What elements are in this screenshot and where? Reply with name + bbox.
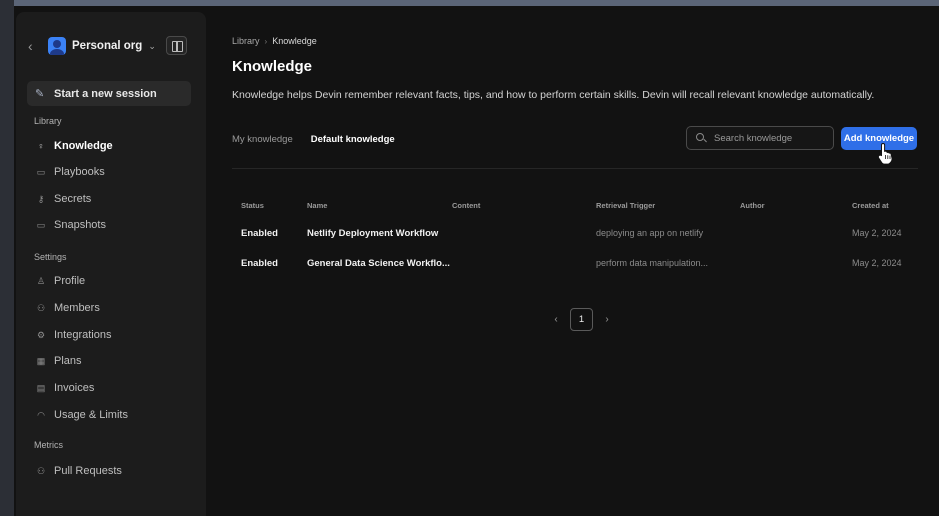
sidebar-item-label: Profile xyxy=(54,275,86,287)
column-header-name[interactable]: Name xyxy=(307,201,327,210)
column-header-retrieval-trigger[interactable]: Retrieval Trigger xyxy=(596,201,655,210)
sidebar-item-knowledge[interactable]: ♀ Knowledge xyxy=(36,138,186,154)
sidebar-item-label: Plans xyxy=(54,355,82,367)
section-title-metrics: Metrics xyxy=(34,440,63,450)
divider xyxy=(232,168,918,169)
search-input[interactable] xyxy=(714,132,824,144)
sidebar-item-profile[interactable]: ♙ Profile xyxy=(36,273,186,289)
sidebar-item-label: Secrets xyxy=(54,193,92,205)
cell-created-at: May 2, 2024 xyxy=(852,258,902,268)
gauge-icon: ◠ xyxy=(37,409,45,420)
puzzle-icon: ⚙ xyxy=(36,329,46,340)
edit-icon: ✎ xyxy=(35,88,45,100)
sidebar-item-secrets[interactable]: ⚷ Secrets xyxy=(36,191,186,207)
cell-name: Netlify Deployment Workflow xyxy=(307,228,439,239)
pagination: ‹ 1 › xyxy=(550,308,613,331)
cell-status: Enabled xyxy=(241,228,278,239)
chevron-left-icon[interactable]: ‹ xyxy=(550,314,562,325)
sidebar-item-integrations[interactable]: ⚙ Integrations xyxy=(36,327,186,343)
chevron-right-icon[interactable]: › xyxy=(601,314,613,325)
users-icon: ⚇ xyxy=(36,302,46,313)
knowledge-tabs: My knowledge Default knowledge xyxy=(232,134,413,145)
sidebar-toggle-icon[interactable] xyxy=(166,36,187,55)
column-header-content[interactable]: Content xyxy=(452,201,480,210)
new-session-label: Start a new session xyxy=(54,87,157,100)
monitor-icon: ▭ xyxy=(36,219,46,230)
sidebar-item-label: Invoices xyxy=(54,382,95,394)
org-name: Personal org xyxy=(72,40,143,52)
table-header: Status Name Content Retrieval Trigger Au… xyxy=(241,201,911,213)
sidebar-item-label: Integrations xyxy=(54,329,112,341)
sidebar-item-label: Members xyxy=(54,302,100,314)
cell-name: General Data Science Workflo... xyxy=(307,258,450,269)
sidebar: ‹ Personal org ⌄ ✎ Start a new session L… xyxy=(16,12,206,516)
breadcrumb: Library › Knowledge xyxy=(232,36,317,46)
git-pull-request-icon: ⚇ xyxy=(36,465,46,476)
sidebar-item-playbooks[interactable]: ▭ Playbooks xyxy=(36,164,186,180)
key-icon: ⚷ xyxy=(37,193,45,204)
window-frame-left xyxy=(0,0,14,516)
lightbulb-icon: ♀ xyxy=(37,141,45,151)
sidebar-item-invoices[interactable]: ▤ Invoices xyxy=(36,380,186,396)
sidebar-item-pull-requests[interactable]: ⚇ Pull Requests xyxy=(36,463,186,479)
receipt-icon: ▤ xyxy=(36,382,46,393)
page-title: Knowledge xyxy=(232,58,313,75)
sidebar-item-usage-limits[interactable]: ◠ Usage & Limits xyxy=(36,407,186,423)
tab-default-knowledge[interactable]: Default knowledge xyxy=(311,134,395,145)
section-title-library: Library xyxy=(34,116,62,126)
sidebar-item-label: Pull Requests xyxy=(54,465,122,477)
section-title-settings: Settings xyxy=(34,252,67,262)
app-window: ‹ Personal org ⌄ ✎ Start a new session L… xyxy=(14,6,939,516)
column-header-status[interactable]: Status xyxy=(241,201,264,210)
page-description: Knowledge helps Devin remember relevant … xyxy=(232,89,875,101)
sidebar-item-label: Knowledge xyxy=(54,140,113,152)
cell-created-at: May 2, 2024 xyxy=(852,228,902,238)
column-header-created-at[interactable]: Created at xyxy=(852,201,889,210)
column-header-author[interactable]: Author xyxy=(740,201,765,210)
sidebar-item-members[interactable]: ⚇ Members xyxy=(36,300,186,316)
hand-cursor-icon xyxy=(877,142,893,164)
avatar xyxy=(48,37,66,55)
chevron-left-icon[interactable]: ‹ xyxy=(28,38,42,54)
map-icon: ▦ xyxy=(36,355,46,366)
cell-status: Enabled xyxy=(241,258,278,269)
sidebar-item-label: Playbooks xyxy=(54,166,105,178)
sidebar-item-plans[interactable]: ▦ Plans xyxy=(36,353,186,369)
cell-trigger: perform data manipulation... xyxy=(596,258,709,268)
sidebar-item-label: Snapshots xyxy=(54,219,106,231)
search-icon xyxy=(696,133,706,143)
book-icon: ▭ xyxy=(36,166,46,177)
table-row[interactable]: Enabled Netlify Deployment Workflow depl… xyxy=(241,228,911,242)
sidebar-item-label: Usage & Limits xyxy=(54,409,128,421)
tab-my-knowledge[interactable]: My knowledge xyxy=(232,134,293,145)
page-number-button[interactable]: 1 xyxy=(570,308,593,331)
table-row[interactable]: Enabled General Data Science Workflo... … xyxy=(241,258,911,272)
chevron-down-icon[interactable]: ⌄ xyxy=(148,41,156,52)
chevron-right-icon: › xyxy=(264,36,268,46)
cell-trigger: deploying an app on netlify xyxy=(596,228,704,238)
search-box[interactable] xyxy=(686,126,834,150)
breadcrumb-current: Knowledge xyxy=(272,36,317,46)
breadcrumb-library[interactable]: Library xyxy=(232,36,260,46)
user-icon: ♙ xyxy=(36,275,46,286)
sidebar-item-snapshots[interactable]: ▭ Snapshots xyxy=(36,217,186,233)
main-content: Library › Knowledge Knowledge Knowledge … xyxy=(214,12,939,516)
new-session-button[interactable]: ✎ Start a new session xyxy=(27,81,191,106)
